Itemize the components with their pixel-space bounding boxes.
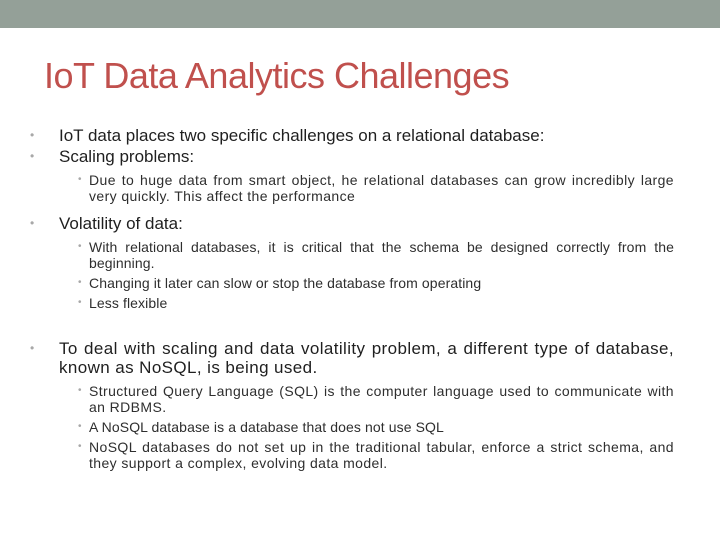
sub-bullet-item: • Structured Query Language (SQL) is the… xyxy=(60,383,674,415)
sub-bullet-text: Structured Query Language (SQL) is the c… xyxy=(89,383,674,415)
slide-body: • IoT data places two specific challenge… xyxy=(30,126,674,471)
sub-bullet-text: Due to huge data from smart object, he r… xyxy=(89,172,674,204)
bullet-dot-icon: • xyxy=(78,385,82,396)
bullet-dot-icon: • xyxy=(30,216,35,230)
bullet-item: • Scaling problems: xyxy=(30,147,674,166)
sub-bullet-text: Changing it later can slow or stop the d… xyxy=(89,275,482,291)
bullet-text: Scaling problems: xyxy=(59,147,195,166)
sub-bullet-text: A NoSQL database is a database that does… xyxy=(89,419,444,435)
sub-bullet-text: NoSQL databases do not set up in the tra… xyxy=(89,439,674,471)
bullet-dot-icon: • xyxy=(30,149,35,163)
sub-bullet-item: • With relational databases, it is criti… xyxy=(60,239,674,271)
bullet-dot-icon: • xyxy=(78,277,82,288)
bullet-dot-icon: • xyxy=(30,341,35,355)
slide-header-bar xyxy=(0,0,720,28)
bullet-item: • IoT data places two specific challenge… xyxy=(30,126,674,145)
bullet-dot-icon: • xyxy=(78,421,82,432)
sub-bullet-item: • Due to huge data from smart object, he… xyxy=(60,172,674,204)
bullet-item: • To deal with scaling and data volatili… xyxy=(30,339,674,377)
bullet-dot-icon: • xyxy=(78,241,82,252)
sub-bullet-text: With relational databases, it is critica… xyxy=(89,239,674,271)
bullet-dot-icon: • xyxy=(30,128,35,142)
bullet-dot-icon: • xyxy=(78,297,82,308)
bullet-item: • Volatility of data: xyxy=(30,214,674,233)
sub-bullet-item: • NoSQL databases do not set up in the t… xyxy=(60,439,674,471)
slide-title: IoT Data Analytics Challenges xyxy=(44,55,510,96)
bullet-dot-icon: • xyxy=(78,174,82,185)
bullet-text: Volatility of data: xyxy=(59,214,183,233)
sub-bullet-item: • Less flexible xyxy=(60,295,674,311)
bullet-dot-icon: • xyxy=(78,441,82,452)
sub-bullet-item: • A NoSQL database is a database that do… xyxy=(60,419,674,435)
sub-bullet-item: • Changing it later can slow or stop the… xyxy=(60,275,674,291)
bullet-text: To deal with scaling and data volatility… xyxy=(59,339,674,377)
bullet-text: IoT data places two specific challenges … xyxy=(59,126,545,145)
sub-bullet-text: Less flexible xyxy=(89,295,168,311)
